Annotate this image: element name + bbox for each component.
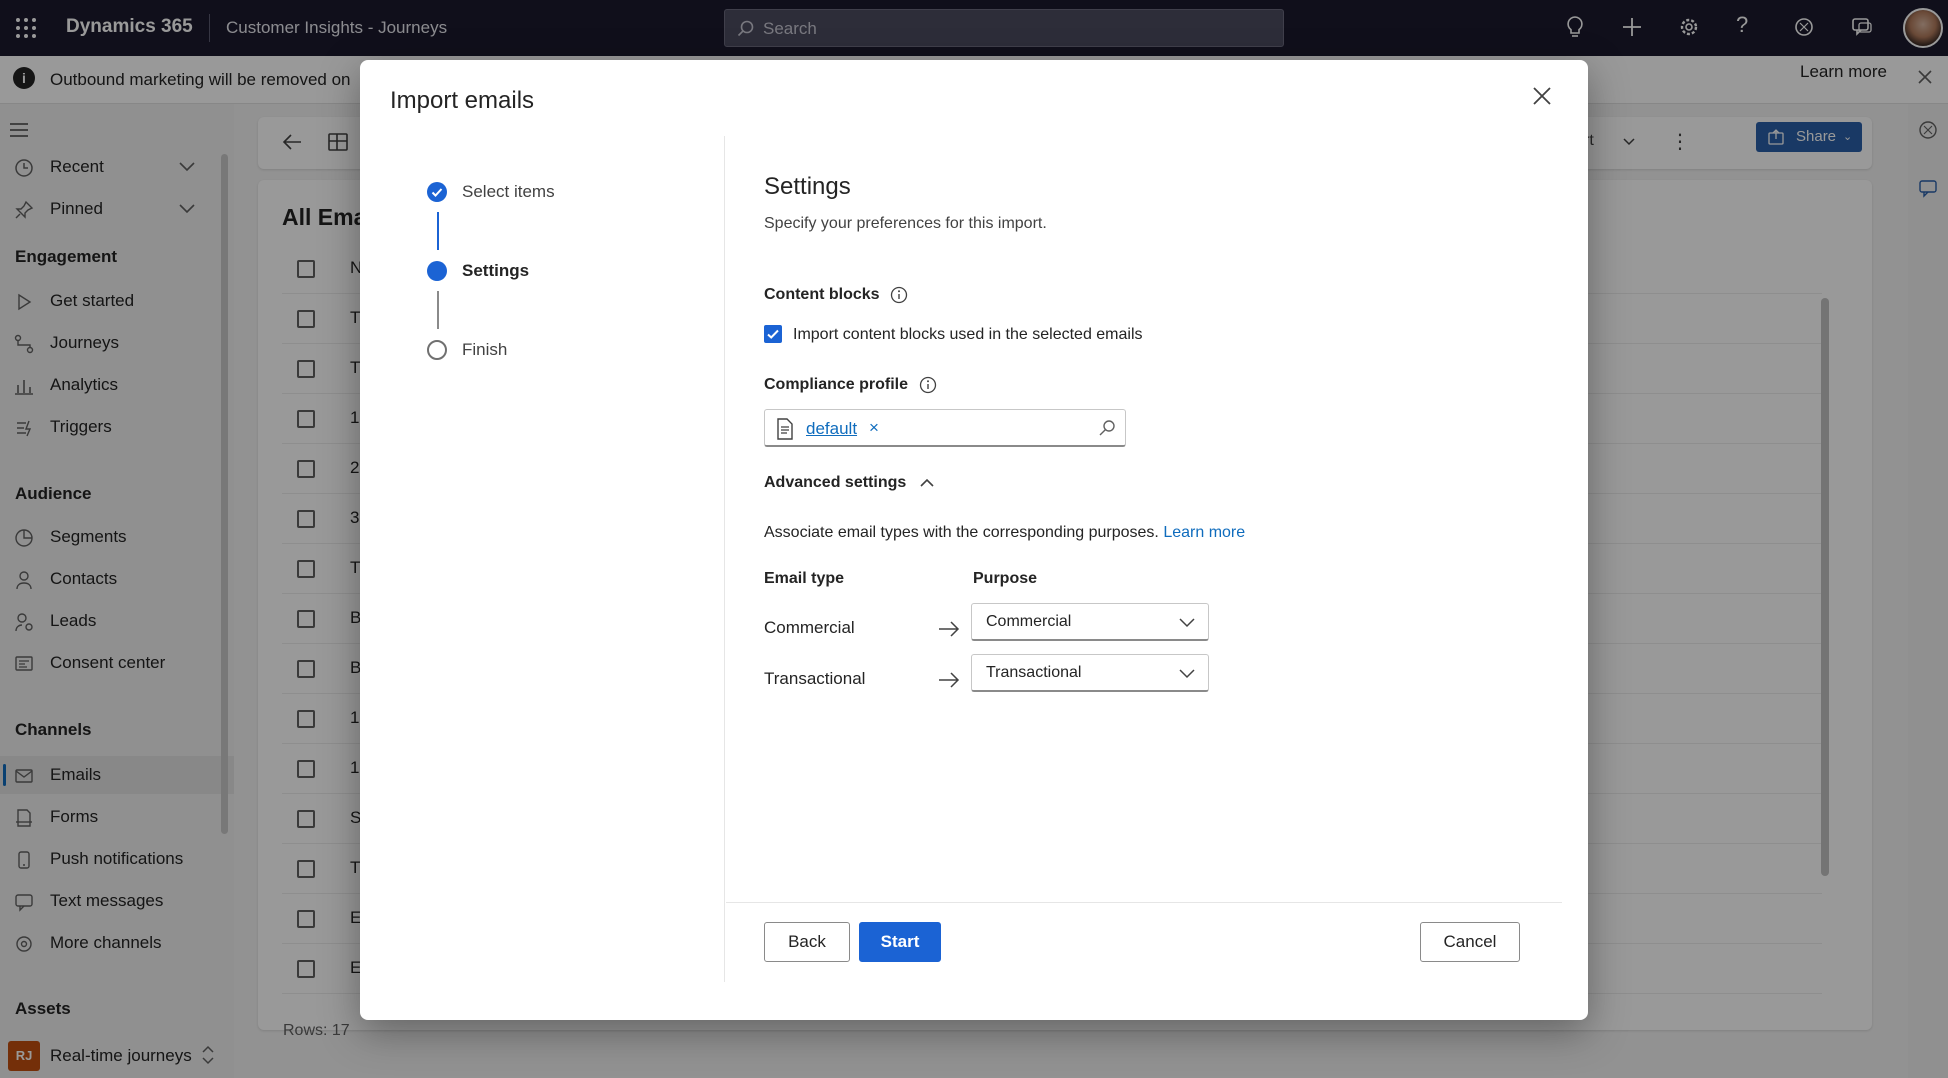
- document-icon: [775, 418, 795, 440]
- start-button[interactable]: Start: [859, 922, 941, 962]
- compliance-profile-label: Compliance profile: [764, 376, 909, 393]
- associate-description: Associate email types with the correspon…: [764, 524, 1245, 542]
- settings-subtitle: Specify your preferences for this import…: [764, 215, 1047, 232]
- back-button[interactable]: Back: [764, 922, 850, 962]
- import-emails-dialog: Import emails Select items Settings Fini…: [360, 60, 1588, 1020]
- content-blocks-label-group: Content blocks: [764, 284, 908, 304]
- step-label: Finish: [462, 340, 508, 359]
- content-blocks-label: Content blocks: [764, 286, 880, 303]
- purpose-select-value: Transactional: [986, 664, 1082, 681]
- chevron-up-icon: [919, 478, 935, 488]
- compliance-label-group: Compliance profile: [764, 374, 937, 394]
- settings-heading: Settings: [764, 173, 851, 200]
- checkmark-icon: [767, 329, 779, 339]
- arrow-right-icon: [938, 671, 960, 689]
- remove-tag-icon[interactable]: ×: [869, 418, 879, 438]
- arrow-right-icon: [938, 620, 960, 638]
- step-pending-icon: [427, 340, 447, 360]
- email-type-label: Commercial: [764, 618, 855, 637]
- divider: [724, 136, 725, 982]
- step-connector: [437, 212, 439, 250]
- step-label: Select items: [462, 182, 555, 201]
- info-icon[interactable]: [890, 286, 908, 304]
- search-icon[interactable]: [1098, 419, 1116, 437]
- purpose-select-value: Commercial: [986, 613, 1072, 630]
- step-connector: [437, 291, 439, 329]
- dialog-title: Import emails: [390, 87, 535, 114]
- email-type-label: Transactional: [764, 669, 866, 688]
- email-type-column-header: Email type: [764, 570, 845, 587]
- divider: [726, 902, 1562, 903]
- info-icon[interactable]: [919, 376, 937, 394]
- step-complete-icon: [427, 182, 447, 202]
- step-current-icon: [427, 261, 447, 281]
- purpose-select-commercial[interactable]: Commercial: [971, 603, 1209, 641]
- compliance-profile-lookup[interactable]: default ×: [764, 409, 1126, 447]
- chevron-down-icon: [1179, 669, 1195, 679]
- advanced-settings-toggle[interactable]: Advanced settings: [764, 474, 935, 492]
- cancel-button[interactable]: Cancel: [1420, 922, 1520, 962]
- purpose-select-transactional[interactable]: Transactional: [971, 654, 1209, 692]
- close-icon[interactable]: [1532, 86, 1552, 106]
- purpose-column-header: Purpose: [973, 570, 1038, 587]
- chevron-down-icon: [1179, 618, 1195, 628]
- associate-text: Associate email types with the correspon…: [764, 524, 1159, 541]
- step-label: Settings: [462, 261, 530, 280]
- learn-more-link[interactable]: Learn more: [1163, 524, 1245, 541]
- compliance-profile-tag[interactable]: default: [806, 419, 857, 439]
- import-content-blocks-checkbox[interactable]: [764, 325, 782, 343]
- import-content-blocks-label[interactable]: Import content blocks used in the select…: [793, 326, 1143, 344]
- advanced-settings-label: Advanced settings: [764, 474, 907, 491]
